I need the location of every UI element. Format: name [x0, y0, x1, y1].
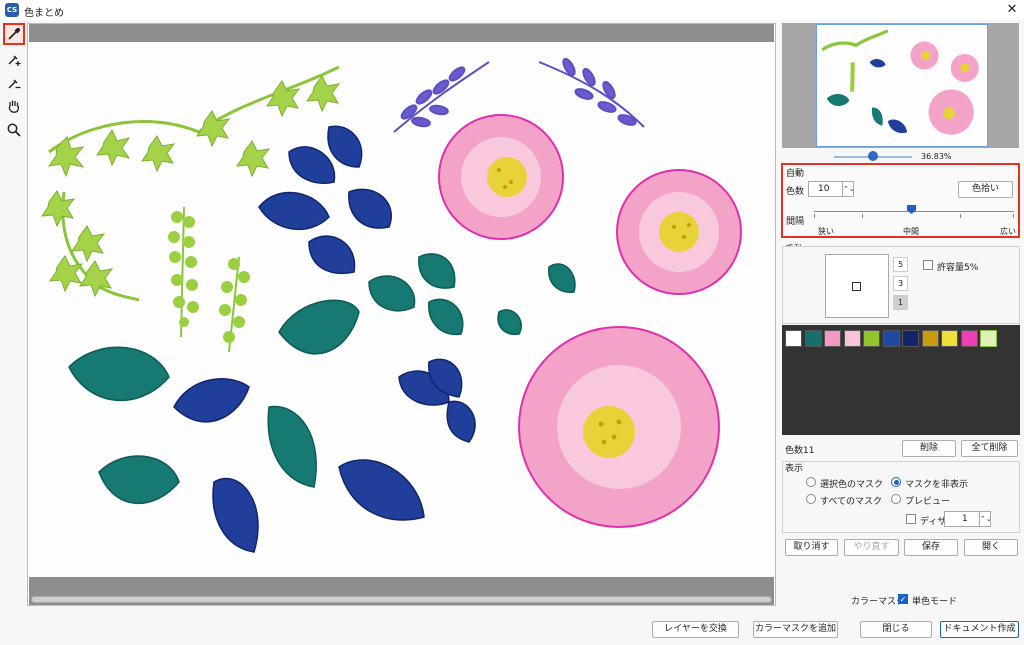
color-swatch[interactable]	[902, 330, 919, 347]
interval-mid-label: 中間	[903, 227, 919, 236]
mono-mode-label: 単色モード	[912, 597, 958, 607]
color-mask-label: カラーマスク	[851, 597, 906, 607]
selected-mask-label: 選択色のマスク	[820, 480, 884, 490]
hide-mask-radio[interactable]	[891, 477, 901, 487]
dither-checkbox[interactable]	[906, 514, 916, 524]
brush-size-square	[852, 282, 861, 291]
app-logo: CS	[5, 3, 19, 17]
title-bar	[0, 0, 1024, 20]
eyedropper-plus-icon	[8, 55, 21, 66]
auto-title: 自動	[786, 169, 805, 179]
all-masks-label: すべてのマスク	[820, 497, 883, 507]
eyedropper-icon	[8, 28, 20, 40]
color-swatch[interactable]	[921, 330, 939, 347]
zoom-value: 36.83%	[921, 152, 952, 161]
close-button[interactable]: 閉じる	[860, 621, 932, 638]
color-swatch[interactable]	[824, 330, 841, 347]
interval-tick	[862, 214, 863, 218]
window-title: 色まとめ	[24, 8, 64, 19]
preview-radio[interactable]	[891, 494, 901, 504]
interval-tick	[1013, 214, 1014, 218]
undo-button[interactable]: 取り消す	[785, 539, 838, 556]
color-swatch[interactable]	[941, 330, 958, 347]
color-count-label: 色数	[786, 187, 805, 197]
magnifier-icon	[7, 123, 21, 137]
magnifier-tool[interactable]	[5, 121, 23, 139]
add-color-mask-button[interactable]: カラーマスクを追加	[753, 621, 838, 638]
create-document-button[interactable]: ドキュメント作成	[940, 621, 1019, 638]
hand-icon	[8, 100, 20, 113]
palette-count: 色数11	[785, 446, 815, 456]
thumbnail-illustration	[817, 25, 987, 146]
delete-all-button[interactable]: 全て削除	[961, 440, 1018, 457]
color-swatch[interactable]	[804, 330, 822, 347]
open-button[interactable]: 開く	[964, 539, 1018, 556]
flower-3	[518, 326, 720, 528]
color-swatch[interactable]	[843, 330, 861, 347]
all-masks-radio[interactable]	[806, 494, 816, 504]
close-window-button[interactable]: ✕	[1004, 2, 1020, 18]
interval-tick	[814, 214, 815, 218]
eyedropper-minus-tool[interactable]	[5, 74, 23, 92]
selected-mask-radio[interactable]	[806, 477, 816, 487]
save-button[interactable]: 保存	[904, 539, 958, 556]
auto-group	[781, 163, 1020, 238]
color-consolidate-dialog: CS 色まとめ ✕ 36.83% 自動 色数 10 ⌃⌄ 色拾い 間隔 狭い 中…	[0, 0, 1024, 645]
color-swatch[interactable]	[863, 330, 880, 347]
size-1-button[interactable]: 1	[893, 295, 908, 310]
color-swatch[interactable]	[960, 330, 978, 347]
pick-colors-button[interactable]: 色拾い	[958, 181, 1013, 198]
color-count-input[interactable]: 10	[808, 181, 844, 197]
interval-label: 間隔	[786, 217, 805, 227]
redo-button[interactable]: やり直す	[844, 539, 899, 556]
color-count-stepper[interactable]: ⌃⌄	[842, 181, 855, 197]
size-3-button[interactable]: 3	[893, 276, 908, 291]
mono-mode-checkbox[interactable]: ✓	[898, 594, 908, 604]
hand-tool[interactable]	[5, 97, 23, 115]
color-swatch[interactable]	[785, 330, 802, 347]
tolerance-label: 許容量5%	[937, 263, 979, 273]
dither-stepper[interactable]: ⌃⌄	[979, 511, 992, 527]
interval-tick	[960, 214, 961, 218]
floral-illustration	[41, 57, 742, 553]
dither-input[interactable]: 1	[944, 511, 980, 527]
eyedropper-tool[interactable]	[3, 23, 25, 45]
tolerance-checkbox[interactable]	[923, 260, 933, 270]
canvas-artwork[interactable]	[29, 42, 774, 577]
swap-layer-button[interactable]: レイヤーを交換	[652, 621, 739, 638]
size-5-button[interactable]: 5	[893, 257, 908, 272]
dither-label: ディザ	[920, 517, 947, 527]
preview-label: プレビュー	[905, 497, 951, 507]
flower-2	[616, 169, 742, 295]
delete-button[interactable]: 削除	[902, 440, 956, 457]
color-swatch[interactable]	[980, 330, 997, 347]
zoom-slider-thumb[interactable]	[868, 151, 878, 161]
canvas-margin-top	[29, 24, 774, 42]
flower-1	[438, 114, 564, 240]
interval-wide-label: 広い	[1000, 227, 1016, 236]
navigator-thumbnail[interactable]	[816, 24, 988, 147]
color-swatch[interactable]	[882, 330, 900, 347]
hide-mask-label: マスクを非表示	[905, 480, 969, 490]
horizontal-scrollbar[interactable]	[31, 596, 772, 603]
eyedropper-minus-icon	[8, 79, 21, 89]
interval-narrow-label: 狭い	[818, 227, 834, 236]
eyedropper-plus-tool[interactable]	[5, 50, 23, 68]
